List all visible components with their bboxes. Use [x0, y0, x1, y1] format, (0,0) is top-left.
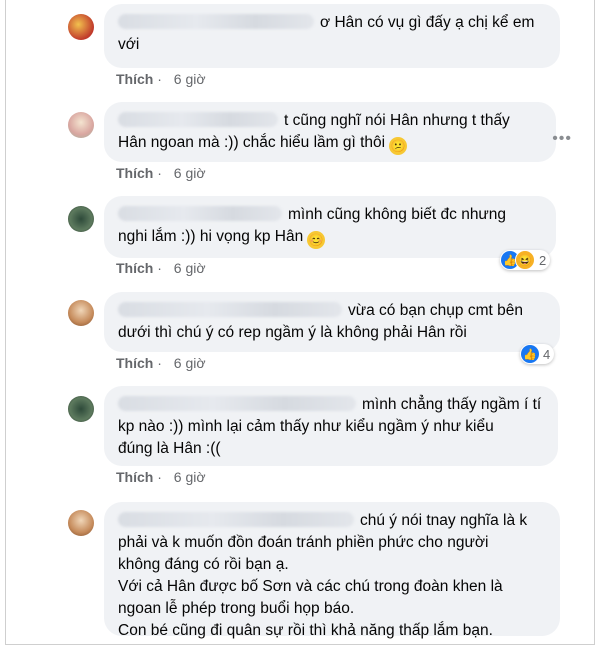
- comment-text-line: t cũng nghĩ nói Hân nhưng t thấy: [284, 112, 510, 129]
- smile-emoji-icon: 😊: [307, 231, 326, 249]
- comment-text-line: Hân ngoan mà :)) chắc hiểu lầm gì thôi: [118, 134, 386, 151]
- comment-text-line: không đáng có rồi bạn ạ.: [118, 556, 289, 573]
- redacted-name: [118, 14, 314, 29]
- comment-bubble: mình chẳng thấy ngầm í tí kp nào :)) mìn…: [104, 386, 558, 466]
- comment-text-line: với: [118, 36, 140, 53]
- timestamp[interactable]: 6 giờ: [174, 260, 206, 276]
- comment-meta: Thích · 6 giờ: [116, 165, 206, 181]
- avatar[interactable]: [68, 510, 94, 536]
- comment-text-line: mình chẳng thấy ngầm í tí: [362, 396, 542, 413]
- comment-text-line: nghi lắm :)) hi vọng kp Hân: [118, 228, 304, 245]
- avatar[interactable]: [68, 206, 94, 232]
- like-link[interactable]: Thích: [116, 469, 153, 485]
- more-options-icon[interactable]: •••: [552, 130, 572, 148]
- timestamp[interactable]: 6 giờ: [174, 355, 206, 371]
- like-link[interactable]: Thích: [116, 165, 153, 181]
- timestamp[interactable]: 6 giờ: [174, 165, 206, 181]
- timestamp[interactable]: 6 giờ: [174, 469, 206, 485]
- comment-text-line: Con bé cũng đi quân sự rồi thì khả năng …: [118, 622, 493, 639]
- haha-reaction-icon: 😆: [515, 250, 535, 270]
- comment-meta: Thích · 6 giờ: [116, 355, 206, 371]
- comment-text-line: dưới thì chú ý có rep ngầm ý là không ph…: [118, 324, 467, 341]
- like-link[interactable]: Thích: [116, 260, 153, 276]
- reaction-count: 4: [543, 346, 551, 362]
- redacted-name: [118, 302, 342, 317]
- redacted-name: [118, 396, 356, 411]
- like-reaction-icon: 👍: [521, 345, 539, 363]
- avatar[interactable]: [68, 396, 94, 422]
- reactions-summary[interactable]: 👍 😆 2: [500, 250, 551, 270]
- comment-text-line: vừa có bạn chụp cmt bên: [348, 302, 523, 319]
- reactions-summary[interactable]: 👍 4: [520, 344, 555, 364]
- avatar[interactable]: [68, 14, 94, 40]
- reaction-count: 2: [539, 252, 547, 268]
- comment-text-line: mình cũng không biết đc nhưng: [288, 206, 507, 223]
- redacted-name: [118, 512, 354, 527]
- comment-text-line: đúng là Hân :((: [118, 440, 221, 457]
- comment-text-line: phải và k muốn đồn đoán tránh phiền phức…: [118, 534, 489, 551]
- comment-text-line: Với cả Hân được bố Sơn và các chú trong …: [118, 578, 503, 595]
- like-link[interactable]: Thích: [116, 355, 153, 371]
- avatar[interactable]: [68, 112, 94, 138]
- like-link[interactable]: Thích: [116, 71, 153, 87]
- comment-bubble: t cũng nghĩ nói Hân nhưng t thấy Hân ngo…: [104, 102, 556, 162]
- comment-bubble: ơ Hân có vụ gì đấy ạ chị kể em với: [104, 4, 560, 68]
- comment-text-line: chú ý nói tnay nghĩa là k: [360, 512, 528, 529]
- confused-emoji-icon: 😕: [389, 137, 408, 155]
- comment-bubble: chú ý nói tnay nghĩa là k phải và k muốn…: [104, 502, 560, 639]
- redacted-name: [118, 206, 282, 221]
- comment-text-line: ơ Hân có vụ gì đấy ạ chị kể em: [320, 14, 535, 31]
- comment-bubble: vừa có bạn chụp cmt bên dưới thì chú ý c…: [104, 292, 560, 352]
- timestamp[interactable]: 6 giờ: [174, 71, 206, 87]
- redacted-name: [118, 112, 278, 127]
- comment-meta: Thích · 6 giờ: [116, 71, 206, 87]
- comment-meta: Thích · 6 giờ: [116, 469, 206, 485]
- comment-meta: Thích · 6 giờ: [116, 260, 206, 276]
- comment-bubble: mình cũng không biết đc nhưng nghi lắm :…: [104, 196, 556, 258]
- comment-text-line: ngoan lễ phép trong buổi họp báo.: [118, 600, 355, 617]
- avatar[interactable]: [68, 300, 94, 326]
- comment-text-line: kp nào :)) mình lại cảm thấy như kiểu ng…: [118, 418, 494, 435]
